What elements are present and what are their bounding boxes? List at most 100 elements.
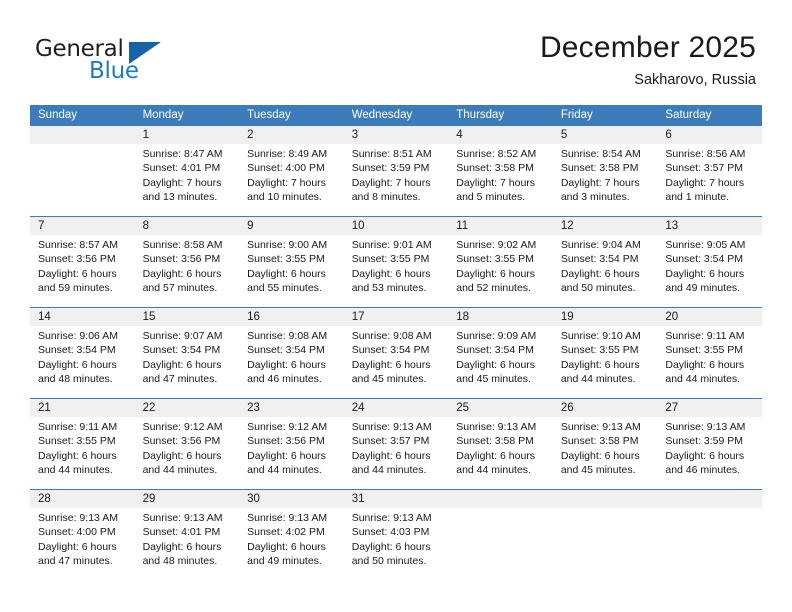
day-cell[interactable]: 26 Sunrise: 9:13 AM Sunset: 3:58 PM Dayligh… — [552, 398, 658, 490]
weekday-header-saturday: Saturday — [657, 105, 762, 126]
sunrise-text: Sunrise: 9:12 AM — [247, 421, 328, 433]
day-cell[interactable]: 8 Sunrise: 8:58 AM Sunset: 3:56 PM Daylight… — [134, 216, 240, 308]
sunrise-text: Sunrise: 9:08 AM — [351, 330, 432, 342]
day-info: Sunrise: 9:00 AM Sunset: 3:55 PM Daylight:… — [239, 235, 344, 296]
weekday-header-thursday: Thursday — [448, 105, 553, 126]
day-cell[interactable]: 23 Sunrise: 9:12 AM Sunset: 3:56 PM Dayligh… — [239, 398, 344, 490]
daylight-text: Daylight: 7 hours and 8 minutes. — [351, 176, 431, 204]
daylight-text: Daylight: 6 hours and 48 minutes. — [38, 358, 117, 386]
day-cell[interactable]: 14 Sunrise: 9:06 AM Sunset: 3:54 PM Dayligh… — [30, 307, 135, 399]
calendar-page: General Blue December 2025 Sakharovo, Ru… — [0, 0, 792, 612]
day-info: Sunrise: 9:13 AM Sunset: 4:00 PM Daylight:… — [30, 508, 135, 569]
day-cell-empty — [657, 489, 762, 580]
day-info: Sunrise: 8:49 AM Sunset: 4:00 PM Daylight:… — [239, 144, 344, 205]
calendar-body: 1 Sunrise: 8:47 AM Sunset: 4:01 PM Daylight… — [30, 126, 762, 580]
sunset-text: Sunset: 3:54 PM — [665, 253, 744, 266]
day-cell[interactable]: 9 Sunrise: 9:00 AM Sunset: 3:55 PM Daylight… — [239, 216, 344, 308]
day-number: 30 — [239, 490, 344, 508]
sunset-text: Sunset: 4:01 PM — [142, 526, 221, 539]
day-cell[interactable]: 25 Sunrise: 9:13 AM Sunset: 3:58 PM Dayligh… — [448, 398, 553, 490]
day-info: Sunrise: 9:13 AM Sunset: 3:58 PM Daylight:… — [448, 417, 553, 478]
weekday-header-sunday: Sunday — [30, 105, 135, 126]
sunrise-text: Sunrise: 9:04 AM — [560, 239, 641, 251]
day-cell[interactable]: 28 Sunrise: 9:13 AM Sunset: 4:00 PM Dayligh… — [30, 489, 135, 580]
day-number: 1 — [134, 126, 240, 144]
sunrise-text: Sunrise: 9:06 AM — [38, 330, 118, 342]
day-info: Sunrise: 8:56 AM Sunset: 3:57 PM Daylight:… — [657, 144, 762, 205]
sunrise-text: Sunrise: 8:49 AM — [247, 148, 328, 160]
sunset-text: Sunset: 3:56 PM — [247, 435, 325, 448]
day-info: Sunrise: 8:57 AM Sunset: 3:56 PM Daylight:… — [30, 235, 135, 296]
day-cell[interactable]: 21 Sunrise: 9:11 AM Sunset: 3:55 PM Dayligh… — [30, 398, 135, 490]
calendar-table: Sunday Monday Tuesday Wednesday Thursday Frid… — [30, 105, 762, 580]
sunset-text: Sunset: 3:58 PM — [560, 162, 639, 175]
day-info: Sunrise: 9:08 AM Sunset: 3:54 PM Daylight:… — [344, 326, 449, 387]
day-cell[interactable]: 19 Sunrise: 9:10 AM Sunset: 3:55 PM Dayligh… — [552, 307, 658, 399]
day-number: 3 — [343, 126, 449, 144]
day-cell-empty — [552, 489, 658, 580]
day-cell[interactable]: 11 Sunrise: 9:02 AM Sunset: 3:55 PM Dayligh… — [448, 216, 553, 308]
sunset-text: Sunset: 3:55 PM — [351, 253, 430, 266]
day-number: 29 — [134, 490, 240, 508]
day-info: Sunrise: 9:13 AM Sunset: 3:59 PM Daylight:… — [657, 417, 762, 478]
day-cell[interactable]: 2 Sunrise: 8:49 AM Sunset: 4:00 PM Daylight… — [239, 126, 344, 217]
sunrise-text: Sunrise: 9:13 AM — [142, 512, 223, 524]
day-cell[interactable]: 18 Sunrise: 9:09 AM Sunset: 3:54 PM Dayligh… — [448, 307, 553, 399]
daylight-text: Daylight: 7 hours and 5 minutes. — [456, 176, 536, 204]
day-cell[interactable]: 3 Sunrise: 8:51 AM Sunset: 3:59 PM Daylight… — [343, 126, 449, 217]
weekday-header: Sunday Monday Tuesday Wednesday Thursday Frid… — [30, 105, 762, 126]
general-blue-logo[interactable]: General Blue — [35, 36, 235, 88]
day-info: Sunrise: 9:11 AM Sunset: 3:55 PM Daylight:… — [657, 326, 762, 387]
day-cell[interactable]: 7 Sunrise: 8:57 AM Sunset: 3:56 PM Daylight… — [30, 216, 135, 308]
day-info: Sunrise: 9:12 AM Sunset: 3:56 PM Daylight:… — [135, 417, 240, 478]
day-number — [448, 490, 553, 508]
day-info: Sunrise: 9:13 AM Sunset: 4:03 PM Daylight:… — [344, 508, 449, 569]
daylight-text: Daylight: 6 hours and 50 minutes. — [351, 540, 431, 568]
day-cell[interactable]: 16 Sunrise: 9:08 AM Sunset: 3:54 PM Dayligh… — [239, 307, 344, 399]
day-cell[interactable]: 24 Sunrise: 9:13 AM Sunset: 3:57 PM Dayligh… — [343, 398, 449, 490]
day-number: 13 — [657, 217, 762, 235]
sunrise-text: Sunrise: 8:57 AM — [38, 239, 118, 251]
weekday-header-friday: Friday — [552, 105, 658, 126]
day-cell[interactable]: 20 Sunrise: 9:11 AM Sunset: 3:55 PM Dayligh… — [657, 307, 762, 399]
sunrise-text: Sunrise: 8:52 AM — [456, 148, 537, 160]
day-cell-empty — [448, 489, 553, 580]
sunrise-text: Sunrise: 9:02 AM — [456, 239, 537, 251]
day-cell[interactable]: 12 Sunrise: 9:04 AM Sunset: 3:54 PM Dayligh… — [552, 216, 658, 308]
day-cell[interactable]: 17 Sunrise: 9:08 AM Sunset: 3:54 PM Dayligh… — [343, 307, 449, 399]
day-number: 22 — [134, 399, 240, 417]
calendar-header-row: Sunday Monday Tuesday Wednesday Thursday Frid… — [30, 105, 762, 126]
day-info: Sunrise: 9:13 AM Sunset: 4:02 PM Daylight:… — [239, 508, 344, 569]
day-info: Sunrise: 9:08 AM Sunset: 3:54 PM Daylight:… — [239, 326, 344, 387]
day-cell[interactable]: 4 Sunrise: 8:52 AM Sunset: 3:58 PM Daylight… — [448, 126, 553, 217]
day-number: 18 — [448, 308, 553, 326]
day-number: 26 — [552, 399, 658, 417]
day-number: 23 — [239, 399, 344, 417]
day-cell[interactable]: 30 Sunrise: 9:13 AM Sunset: 4:02 PM Dayligh… — [239, 489, 344, 580]
day-number: 7 — [30, 217, 135, 235]
day-cell[interactable]: 29 Sunrise: 9:13 AM Sunset: 4:01 PM Dayligh… — [134, 489, 240, 580]
day-cell[interactable]: 31 Sunrise: 9:13 AM Sunset: 4:03 PM Dayligh… — [343, 489, 449, 580]
sunset-text: Sunset: 3:56 PM — [142, 435, 221, 448]
day-number: 28 — [30, 490, 135, 508]
day-number: 12 — [552, 217, 658, 235]
day-info: Sunrise: 8:54 AM Sunset: 3:58 PM Daylight:… — [553, 144, 658, 205]
calendar-grid: Sunday Monday Tuesday Wednesday Thursday Frid… — [30, 105, 762, 580]
day-cell[interactable]: 15 Sunrise: 9:07 AM Sunset: 3:54 PM Dayligh… — [134, 307, 240, 399]
day-cell[interactable]: 27 Sunrise: 9:13 AM Sunset: 3:59 PM Dayligh… — [657, 398, 762, 490]
day-cell[interactable]: 22 Sunrise: 9:12 AM Sunset: 3:56 PM Dayligh… — [134, 398, 240, 490]
day-cell[interactable]: 13 Sunrise: 9:05 AM Sunset: 3:54 PM Dayligh… — [657, 216, 762, 308]
sunrise-text: Sunrise: 9:00 AM — [247, 239, 328, 251]
day-number: 5 — [552, 126, 658, 144]
sunset-text: Sunset: 3:59 PM — [351, 162, 430, 175]
day-number: 15 — [134, 308, 240, 326]
day-number: 19 — [552, 308, 658, 326]
location-subtitle: Sakharovo, Russia — [634, 72, 756, 88]
day-cell[interactable]: 6 Sunrise: 8:56 AM Sunset: 3:57 PM Daylight… — [657, 126, 762, 217]
day-cell[interactable]: 5 Sunrise: 8:54 AM Sunset: 3:58 PM Daylight… — [552, 126, 658, 217]
day-cell[interactable]: 1 Sunrise: 8:47 AM Sunset: 4:01 PM Daylight… — [134, 126, 240, 217]
day-info: Sunrise: 9:06 AM Sunset: 3:54 PM Daylight:… — [30, 326, 135, 387]
day-cell[interactable]: 10 Sunrise: 9:01 AM Sunset: 3:55 PM Dayligh… — [343, 216, 449, 308]
day-number — [30, 126, 135, 144]
sunset-text: Sunset: 4:03 PM — [351, 526, 430, 539]
